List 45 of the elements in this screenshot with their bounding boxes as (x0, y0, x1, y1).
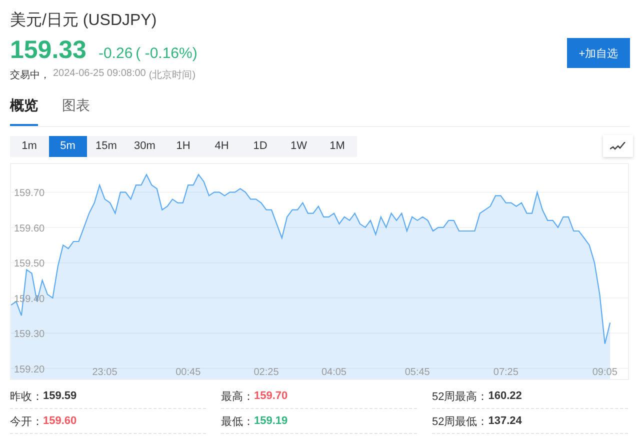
x-axis-label: 00:45 (176, 367, 201, 378)
period-button[interactable]: 4H (202, 136, 241, 156)
x-axis-label: 07:25 (493, 367, 518, 378)
percent-change: ( -0.16%) (136, 45, 198, 62)
period-button[interactable]: 1D (241, 136, 280, 156)
price-change: -0.26 (98, 45, 133, 62)
pair-title: 美元/日元 (USDJPY) (10, 10, 157, 31)
y-axis-label: 159.30 (14, 329, 45, 340)
y-axis-label: 159.60 (14, 223, 45, 234)
stat-value: 137.24 (488, 415, 522, 427)
stat-label: 最高： (221, 390, 254, 404)
period-button[interactable]: 30m (126, 136, 164, 156)
x-axis-label: 02:25 (254, 367, 279, 378)
market-status: 交易中， (10, 68, 50, 82)
stat-value: 159.19 (254, 415, 288, 427)
stat-label: 最低： (221, 414, 254, 428)
period-button[interactable]: 1W (280, 136, 318, 156)
x-axis-label: 23:05 (92, 367, 118, 378)
period-button[interactable]: 1M (318, 136, 356, 156)
y-axis-label: 159.70 (14, 188, 45, 200)
quote-time: 2024-06-25 09:08:00 (53, 68, 146, 81)
stat-label: 昨收： (10, 390, 43, 404)
line-chart-icon (610, 142, 626, 150)
x-axis-label: 04:05 (321, 367, 346, 378)
stat-value: 159.70 (254, 390, 288, 402)
y-axis-label: 159.20 (14, 364, 45, 376)
section-tab[interactable]: 概览 (10, 97, 38, 126)
period-button[interactable]: 5m (48, 136, 87, 156)
stat-value: 159.59 (43, 390, 77, 402)
period-button[interactable]: 15m (87, 136, 126, 156)
current-price: 159.33 (10, 36, 86, 65)
time-zone: (北京时间) (148, 68, 196, 82)
add-watchlist-button[interactable]: +加自选 (567, 38, 630, 68)
stat-label: 今开： (10, 414, 43, 428)
chart-type-button[interactable] (603, 135, 633, 157)
period-button[interactable]: 1m (10, 136, 48, 156)
stat-label: 52周最低： (432, 414, 488, 428)
y-axis-label: 159.50 (14, 258, 45, 270)
stat-label: 52周最高： (432, 390, 488, 404)
stat-value: 160.22 (488, 390, 522, 402)
stat-value: 159.60 (43, 415, 77, 427)
period-button[interactable]: 1H (164, 136, 202, 156)
x-axis-label: 09:05 (592, 367, 618, 378)
x-axis-label: 05:45 (404, 367, 430, 378)
section-tab[interactable]: 图表 (62, 97, 90, 126)
